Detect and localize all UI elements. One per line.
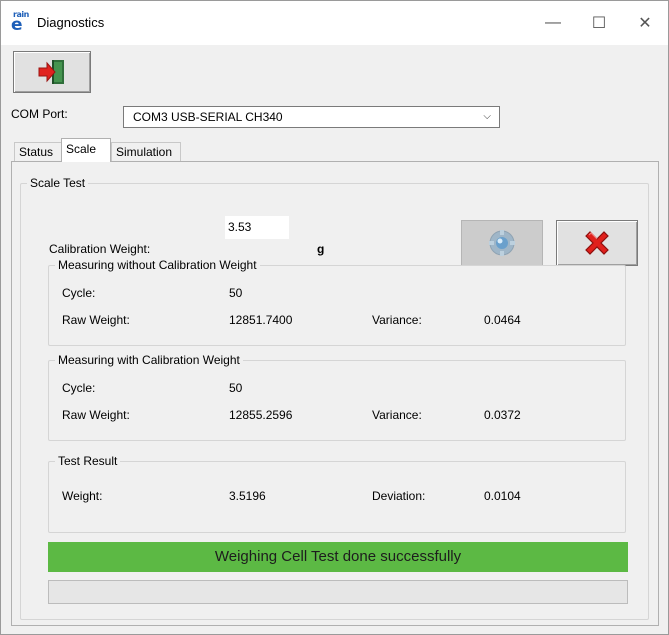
logo-big-text: e	[11, 15, 23, 35]
result-weight-label: Weight:	[62, 489, 103, 503]
tab-scale[interactable]: Scale	[61, 138, 111, 162]
gear-start-icon	[489, 230, 515, 256]
without-cycle-value: 50	[229, 286, 243, 300]
without-variance-label: Variance:	[372, 313, 422, 327]
tab-simulation[interactable]: Simulation	[111, 142, 181, 162]
minimize-button[interactable]: —	[530, 1, 576, 45]
with-variance-value: 0.0372	[484, 408, 521, 422]
com-port-value: COM3 USB-SERIAL CH340	[133, 110, 283, 124]
start-test-button[interactable]	[461, 220, 543, 266]
diagnostics-window: rain e Diagnostics — ☐ ✕ COM Port: COM3 …	[0, 0, 669, 635]
with-cycle-label: Cycle:	[62, 381, 96, 395]
without-calibration-title: Measuring without Calibration Weight	[55, 258, 260, 272]
tab-status[interactable]: Status	[14, 142, 62, 162]
with-variance-label: Variance:	[372, 408, 422, 422]
without-raw-weight-label: Raw Weight:	[62, 313, 130, 327]
test-result-title: Test Result	[55, 454, 121, 468]
title-bar[interactable]: rain e Diagnostics — ☐ ✕	[1, 1, 668, 45]
with-calibration-group: Measuring with Calibration Weight Cycle:…	[48, 353, 626, 441]
result-deviation-value: 0.0104	[484, 489, 521, 503]
with-raw-weight-value: 12855.2596	[229, 408, 293, 422]
without-cycle-label: Cycle:	[62, 286, 96, 300]
test-result-group: Test Result Weight: 3.5196 Deviation: 0.…	[48, 454, 626, 533]
calibration-weight-label: Calibration Weight:	[49, 242, 151, 256]
com-port-select[interactable]: COM3 USB-SERIAL CH340 ⌵	[123, 106, 500, 128]
calibration-unit: g	[317, 242, 325, 256]
maximize-button[interactable]: ☐	[576, 1, 622, 45]
chevron-down-icon: ⌵	[483, 111, 491, 122]
without-raw-weight-value: 12851.7400	[229, 313, 293, 327]
red-x-icon	[585, 231, 609, 255]
test-progress-bar	[48, 580, 628, 604]
scale-tab-panel: Scale Test Calibration Weight: 3.53 g Me…	[11, 161, 659, 626]
calibration-weight-input[interactable]: 3.53	[225, 216, 289, 239]
app-logo-icon: rain e	[11, 10, 33, 35]
with-cycle-value: 50	[229, 381, 243, 395]
close-button[interactable]: ✕	[622, 1, 668, 45]
with-calibration-title: Measuring with Calibration Weight	[55, 353, 243, 367]
test-status-message: Weighing Cell Test done successfully	[48, 542, 628, 572]
cancel-test-button[interactable]	[556, 220, 638, 266]
com-port-label: COM Port:	[11, 107, 68, 121]
exit-door-icon	[38, 60, 64, 84]
result-deviation-label: Deviation:	[372, 489, 426, 503]
close-icon: ✕	[638, 15, 652, 32]
maximize-icon: ☐	[591, 15, 607, 32]
window-title: Diagnostics	[37, 15, 105, 30]
without-variance-value: 0.0464	[484, 313, 521, 327]
minimize-icon: —	[545, 14, 561, 31]
without-calibration-group: Measuring without Calibration Weight Cyc…	[48, 258, 626, 346]
exit-button[interactable]	[13, 51, 91, 93]
result-weight-value: 3.5196	[229, 489, 266, 503]
scale-test-title: Scale Test	[27, 176, 89, 190]
with-raw-weight-label: Raw Weight:	[62, 408, 130, 422]
